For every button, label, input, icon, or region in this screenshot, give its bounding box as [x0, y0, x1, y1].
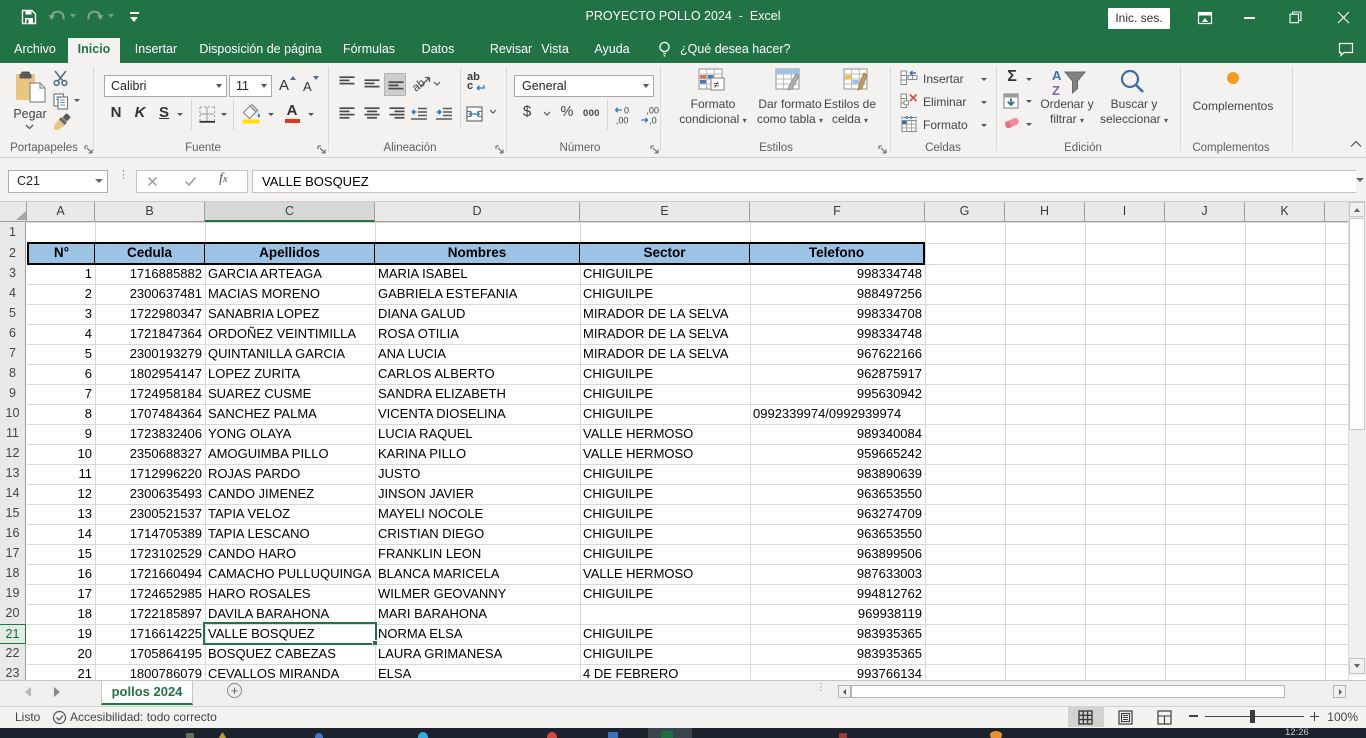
svg-text:0: 0 — [624, 106, 629, 116]
svg-text:,00: ,00 — [646, 106, 659, 116]
svg-text:,0: ,0 — [649, 116, 657, 126]
svg-text:≠: ≠ — [714, 80, 720, 91]
svg-text:,00: ,00 — [616, 116, 629, 126]
